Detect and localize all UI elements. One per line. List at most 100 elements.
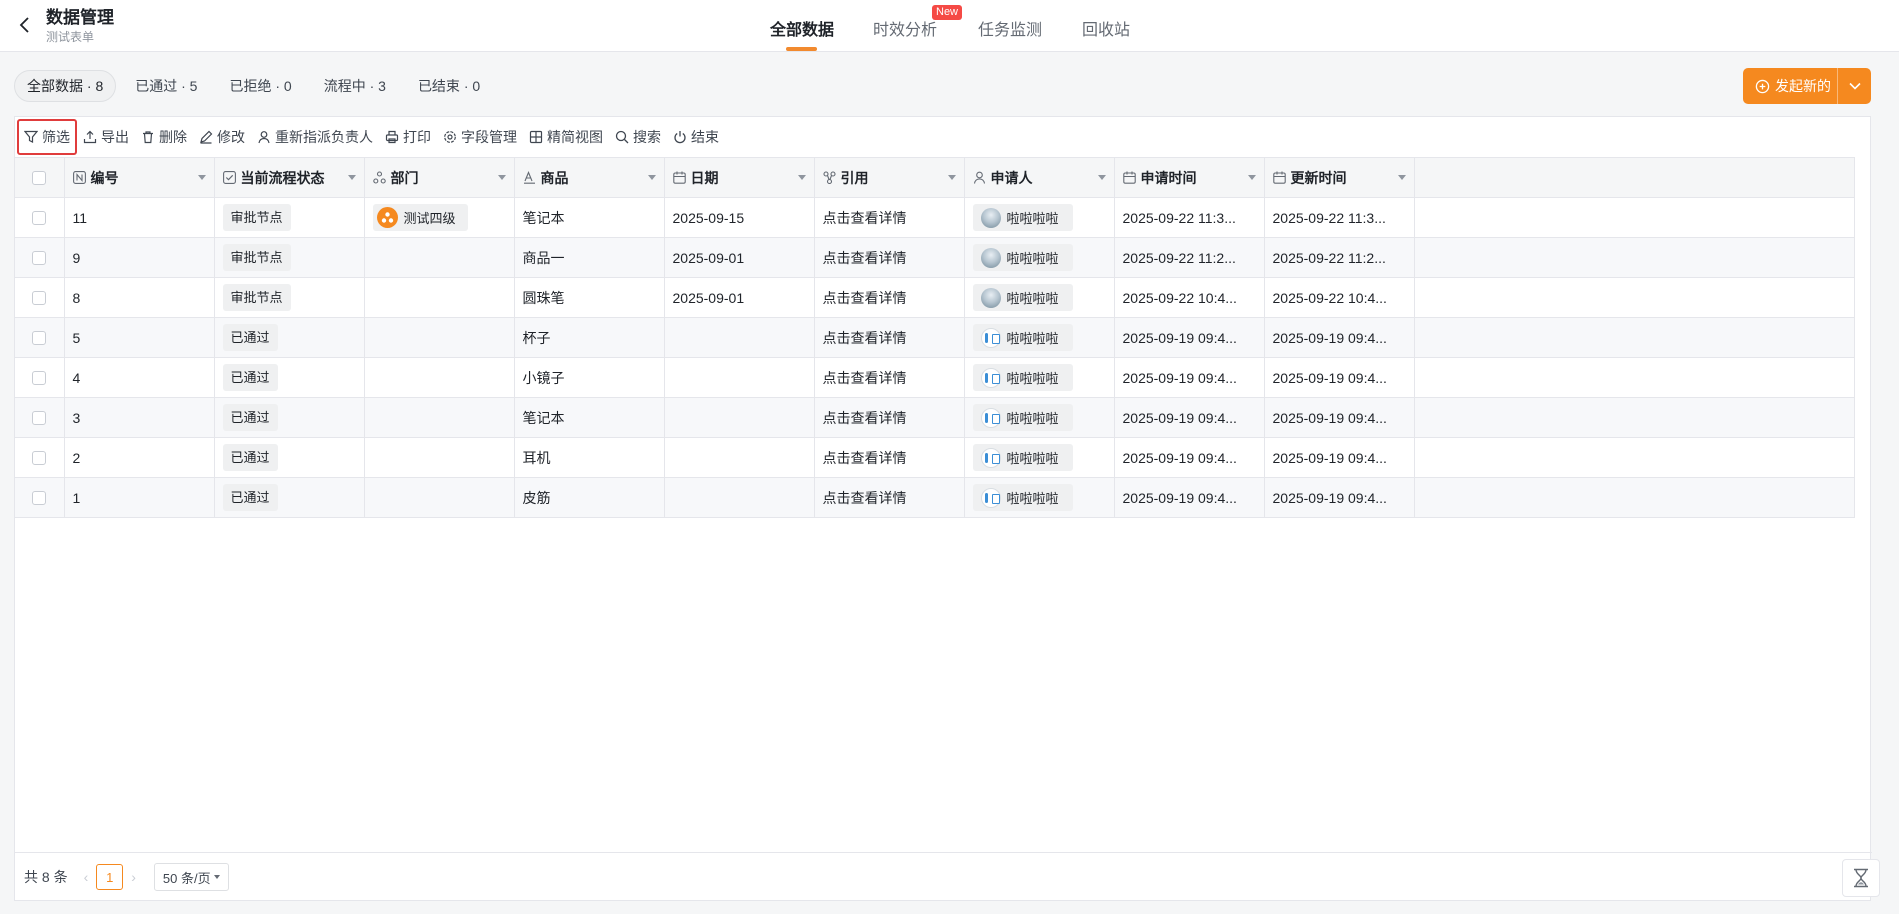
user-tag[interactable]: 啦啦啦啦 [972,284,1073,311]
row-select-cell [15,197,65,238]
prev-page-icon[interactable]: ‹ [84,869,89,885]
sort-caret-icon[interactable] [1097,175,1106,180]
row-checkbox[interactable] [32,490,47,505]
sort-caret-icon[interactable] [197,175,206,180]
new-entry-main[interactable]: 发起新的 [1743,68,1837,104]
reassign-button[interactable]: 重新指派负责人 [251,120,379,154]
table-row[interactable]: 4 已通过 小镜子 点击查看详情 啦啦啦啦 2025-09-19 09:4...… [15,357,1855,398]
col-header-product[interactable]: 商品 [514,157,665,198]
compact-view-button[interactable]: 精简视图 [523,120,609,154]
row-checkbox[interactable] [32,250,47,265]
row-checkbox[interactable] [32,330,47,345]
row-checkbox[interactable] [32,210,47,225]
sort-caret-icon[interactable] [1397,175,1406,180]
user-tag[interactable]: 啦啦啦啦 [972,244,1073,271]
row-checkbox[interactable] [32,290,47,305]
table-row[interactable]: 11 审批节点 测试四级 笔记本 2025-09-15 点击查看详情 啦啦啦啦 … [15,197,1855,238]
cell-ref[interactable]: 点击查看详情 [814,277,965,318]
user-tag[interactable]: 啦啦啦啦 [972,324,1073,351]
avatar [980,407,1001,428]
filter-rejected[interactable]: 已拒绝 · 0 [216,70,304,102]
sort-caret-icon[interactable] [797,175,806,180]
filter-ended[interactable]: 已结束 · 0 [405,70,493,102]
filter-all[interactable]: 全部数据 · 8 [14,70,117,102]
hourglass-icon[interactable] [1842,859,1880,897]
cell-ref[interactable]: 点击查看详情 [814,357,965,398]
sort-caret-icon[interactable] [647,175,656,180]
row-checkbox[interactable] [32,410,47,425]
cell-applicant: 啦啦啦啦 [964,317,1115,358]
col-label-ref: 引用 [840,169,869,186]
table-body: 11 审批节点 测试四级 笔记本 2025-09-15 点击查看详情 啦啦啦啦 … [15,197,1855,518]
col-header-applicant[interactable]: 申请人 [964,157,1115,198]
cell-ref[interactable]: 点击查看详情 [814,477,965,518]
avatar [980,247,1001,268]
cell-id: 11 [64,197,215,238]
data-table: 编号 当前流程状态 部门 商品 日期 引用 申请人 申请时间 更新时间 11 审… [15,157,1855,518]
select-all-checkbox[interactable] [32,170,47,185]
col-header-dept[interactable]: 部门 [364,157,515,198]
user-tag[interactable]: 啦啦啦啦 [972,484,1073,511]
cell-empty [1414,317,1855,358]
sort-caret-icon[interactable] [347,175,356,180]
status-badge: 已通过 [222,484,278,511]
col-header-status[interactable]: 当前流程状态 [214,157,365,198]
end-button[interactable]: 结束 [667,120,725,154]
table-row[interactable]: 1 已通过 皮筋 点击查看详情 啦啦啦啦 2025-09-19 09:4... … [15,477,1855,518]
table-row[interactable]: 8 审批节点 圆珠笔 2025-09-01 点击查看详情 啦啦啦啦 2025-0… [15,277,1855,318]
user-tag[interactable]: 啦啦啦啦 [972,204,1073,231]
tab-recycle-bin[interactable]: 回收站 [1082,16,1130,40]
dept-tag[interactable]: 测试四级 [372,204,468,231]
table-row[interactable]: 2 已通过 耳机 点击查看详情 啦啦啦啦 2025-09-19 09:4... … [15,437,1855,478]
table-row[interactable]: 3 已通过 笔记本 点击查看详情 啦啦啦啦 2025-09-19 09:4...… [15,397,1855,438]
new-entry-dropdown[interactable] [1838,68,1871,104]
cell-dept [364,357,515,398]
cell-ref[interactable]: 点击查看详情 [814,197,965,238]
col-header-id[interactable]: 编号 [64,157,215,198]
sort-caret-icon[interactable] [1247,175,1256,180]
edit-button[interactable]: 修改 [193,120,251,154]
back-icon[interactable] [14,14,36,36]
col-header-update-time[interactable]: 更新时间 [1264,157,1415,198]
col-header-apply-time[interactable]: 申请时间 [1114,157,1265,198]
cell-product: 笔记本 [514,397,665,438]
status-filters: 全部数据 · 8 已通过 · 5 已拒绝 · 0 流程中 · 3 已结束 · 0 [14,70,499,102]
user-tag[interactable]: 啦啦啦啦 [972,404,1073,431]
filter-button[interactable]: 筛选 [17,119,77,155]
cell-ref[interactable]: 点击查看详情 [814,437,965,478]
tab-task-monitor[interactable]: 任务监测 [978,16,1042,40]
cell-ref[interactable]: 点击查看详情 [814,317,965,358]
table-row[interactable]: 5 已通过 杯子 点击查看详情 啦啦啦啦 2025-09-19 09:4... … [15,317,1855,358]
cell-status: 审批节点 [214,197,365,238]
cell-ref[interactable]: 点击查看详情 [814,237,965,278]
user-tag[interactable]: 啦啦啦啦 [972,364,1073,391]
page-size-select[interactable]: 50 条/页 [153,863,229,891]
text-field-icon [523,171,535,184]
sort-caret-icon[interactable] [497,175,506,180]
print-button[interactable]: 打印 [379,120,437,154]
search-button[interactable]: 搜索 [609,120,667,154]
cell-ref[interactable]: 点击查看详情 [814,397,965,438]
field-manage-button[interactable]: 字段管理 [437,120,523,154]
active-tab-indicator [786,47,817,51]
table-row[interactable]: 9 审批节点 商品一 2025-09-01 点击查看详情 啦啦啦啦 2025-0… [15,237,1855,278]
filter-approved[interactable]: 已通过 · 5 [122,70,210,102]
row-checkbox[interactable] [32,370,47,385]
filter-in-progress[interactable]: 流程中 · 3 [311,70,399,102]
col-header-ref[interactable]: 引用 [814,157,965,198]
avatar [980,487,1001,508]
sort-caret-icon[interactable] [947,175,956,180]
tab-all-data[interactable]: 全部数据 [770,16,834,40]
status-badge: 审批节点 [222,284,291,311]
delete-button[interactable]: 删除 [135,120,193,154]
cell-product: 皮筋 [514,477,665,518]
applicant-name: 啦啦啦啦 [1006,331,1059,346]
user-tag[interactable]: 啦啦啦啦 [972,444,1073,471]
next-page-icon[interactable]: › [131,869,136,885]
row-checkbox[interactable] [32,450,47,465]
export-button[interactable]: 导出 [77,120,135,154]
col-header-date[interactable]: 日期 [664,157,815,198]
tab-time-analysis[interactable]: 时效分析 [873,16,937,40]
table-header-row: 编号 当前流程状态 部门 商品 日期 引用 申请人 申请时间 更新时间 [15,157,1855,198]
page-number-current[interactable]: 1 [96,864,124,890]
